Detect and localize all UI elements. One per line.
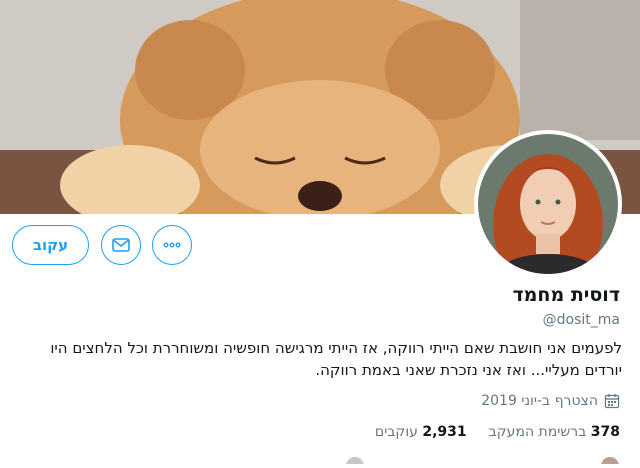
envelope-icon (112, 238, 130, 252)
following-label: ברשימת המעקב (488, 424, 587, 440)
followers-you-know-avatars[interactable] (0, 449, 640, 468)
followers-count: 2,931 (422, 424, 467, 440)
followers-label: עוקבים (374, 424, 418, 440)
follow-button[interactable]: עקוב (12, 225, 89, 265)
following-count: 378 (590, 424, 620, 440)
profile-handle: @dosit_ma (542, 312, 620, 328)
join-date-text: הצטרף ב-יוני 2019 (481, 393, 598, 409)
following-link[interactable]: 378 ברשימת המעקב (489, 424, 620, 440)
profile-stats: 378 ברשימת המעקב 2,931 עוקבים (375, 424, 620, 440)
profile-name: דוסית מחמד (512, 284, 620, 306)
calendar-icon (604, 394, 620, 409)
join-date: הצטרף ב-יוני 2019 (481, 393, 620, 409)
more-options-button[interactable] (152, 225, 192, 265)
profile-bio: לפעמים אני חושבת שאם הייתי רווקה, אז היי… (50, 339, 622, 379)
follow-button-label: עקוב (32, 236, 69, 254)
message-button[interactable] (101, 225, 141, 265)
profile-avatar[interactable] (474, 130, 622, 278)
more-horizontal-icon (163, 242, 181, 248)
followers-link[interactable]: 2,931 עוקבים (375, 424, 467, 440)
